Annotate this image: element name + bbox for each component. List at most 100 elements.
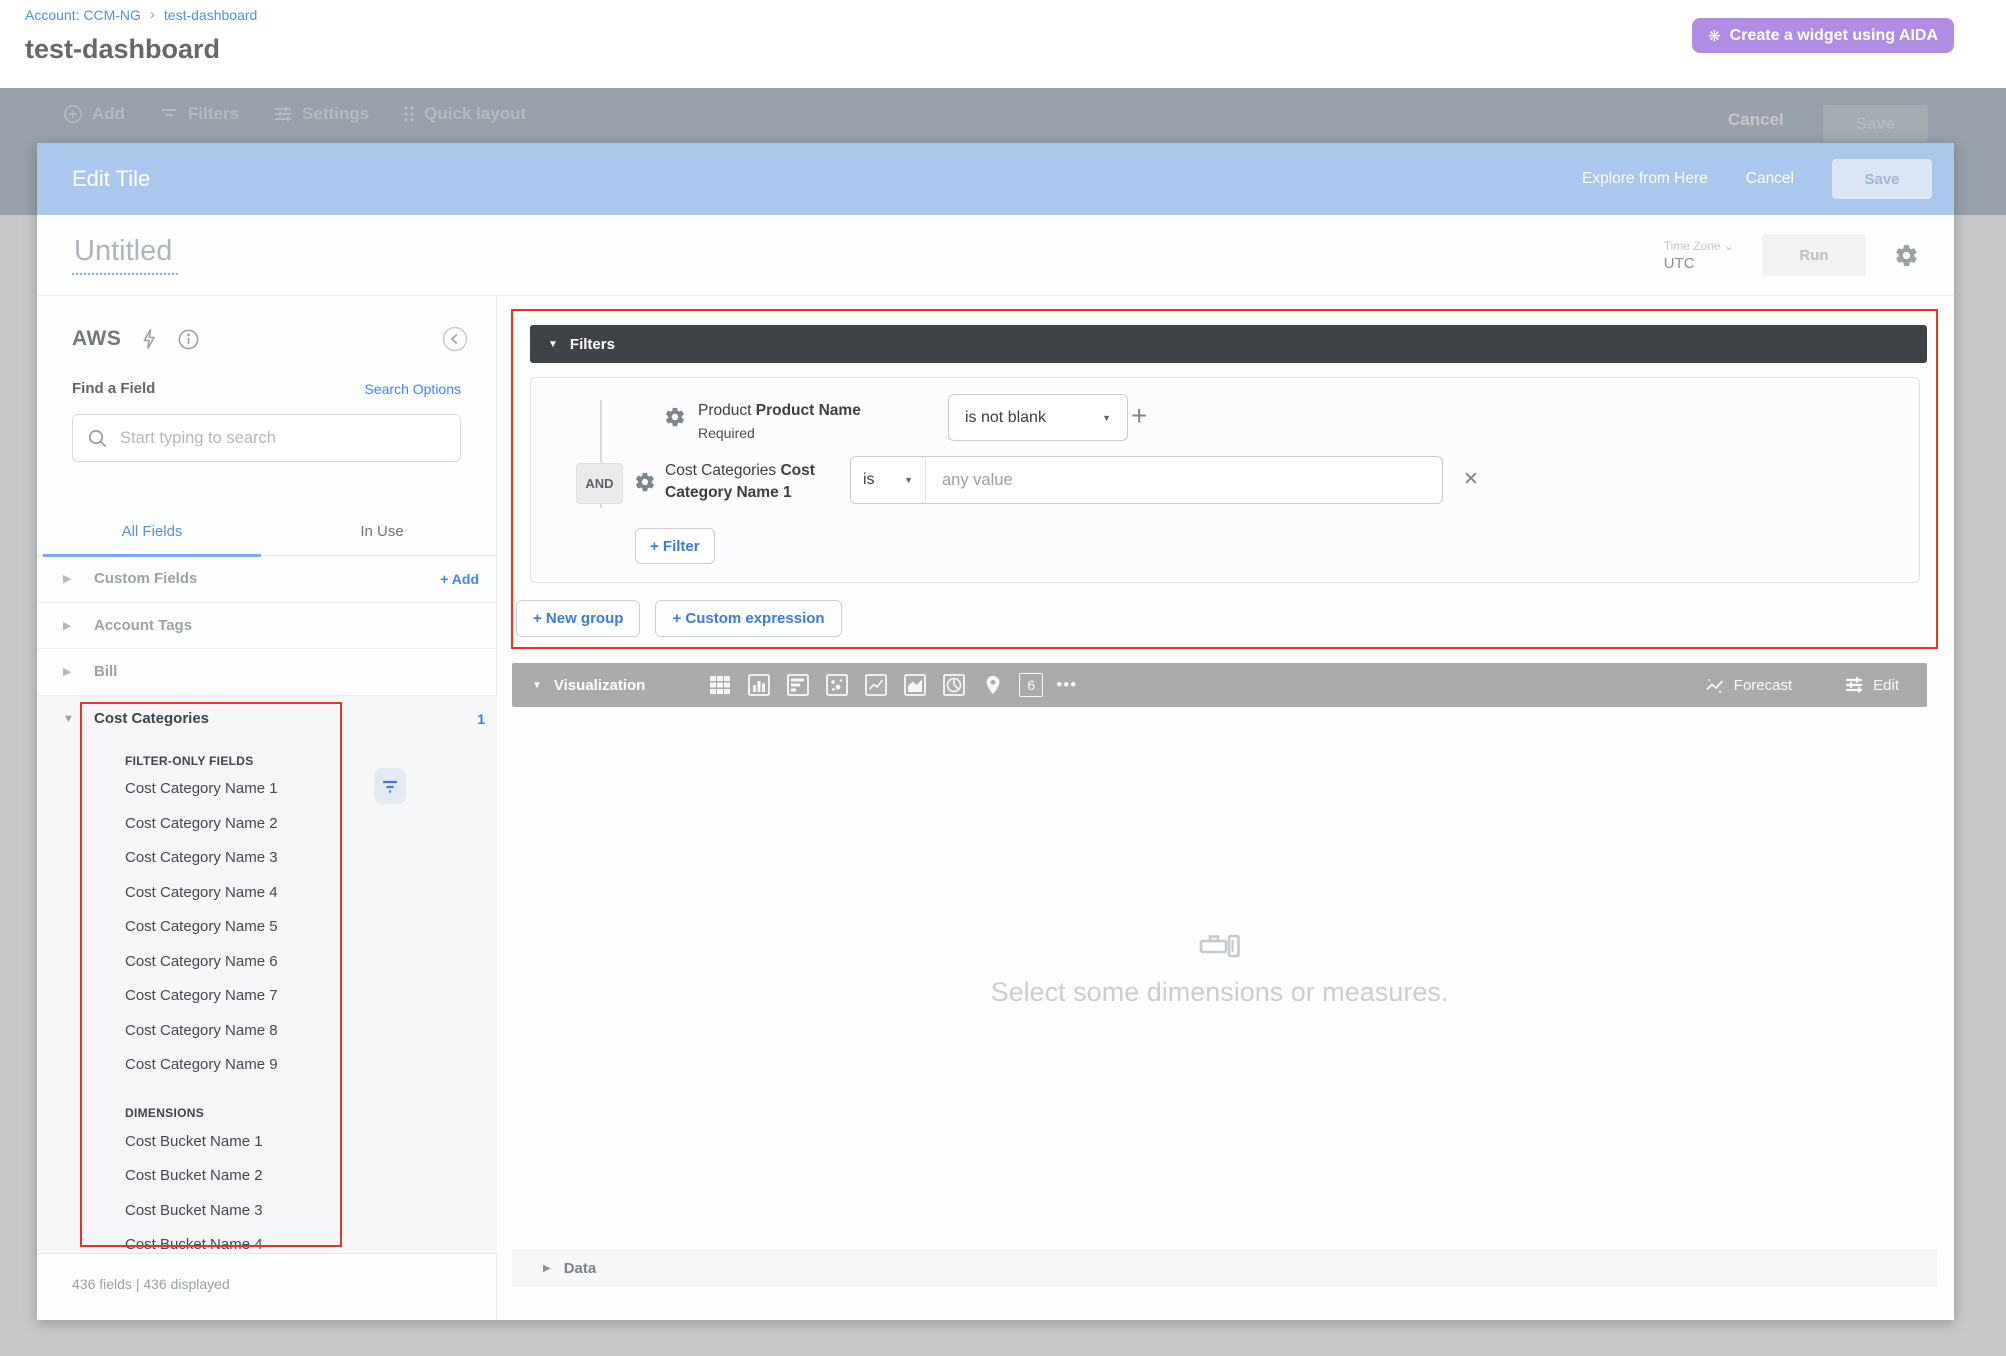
field-item[interactable]: Cost Category Name 2: [125, 806, 497, 841]
collapse-sidebar-icon[interactable]: [442, 326, 468, 352]
modal-cancel-button[interactable]: Cancel: [1746, 170, 1794, 188]
tile-name-input[interactable]: Untitled: [72, 235, 178, 275]
viz-more-icon[interactable]: •••: [1056, 675, 1077, 695]
chevron-down-icon: ▼: [63, 713, 94, 725]
edit-tile-modal: Edit Tile Explore from Here Cancel Save …: [37, 143, 1954, 1320]
in-use-count-badge: 1: [477, 711, 485, 727]
modal-save-button[interactable]: Save: [1832, 159, 1932, 199]
filter-only-fields-heading: FILTER-ONLY FIELDS: [125, 750, 497, 772]
section-custom-fields[interactable]: ▶ Custom Fields + Add: [37, 556, 497, 603]
operator-dropdown[interactable]: is not blank ▼: [948, 394, 1128, 441]
explore-name: AWS: [72, 327, 121, 351]
breadcrumb-account-link[interactable]: Account: CCM-NG: [25, 7, 141, 23]
add-condition-icon[interactable]: +: [1131, 400, 1147, 432]
create-widget-aida-button[interactable]: ❋ Create a widget using AIDA: [1692, 18, 1954, 53]
breadcrumb: Account: CCM-NG › test-dashboard: [25, 6, 257, 23]
viz-scatter-icon[interactable]: [824, 672, 850, 698]
visualization-section-header[interactable]: ▼ Visualization 6 ••• Forecast: [512, 663, 1927, 707]
viz-line-chart-icon[interactable]: [863, 672, 889, 698]
info-icon[interactable]: [177, 328, 200, 351]
sidebar-footer: 436 fields | 436 displayed: [37, 1253, 497, 1320]
field-picker-sidebar: AWS Find a Field Search Options All Fiel…: [37, 296, 497, 1320]
section-account-tags[interactable]: ▶ Account Tags: [37, 603, 497, 650]
forecast-icon: [1704, 677, 1725, 694]
filter-required-note: Required: [698, 422, 938, 444]
field-item[interactable]: Cost Bucket Name 1: [125, 1124, 497, 1159]
viz-column-chart-icon[interactable]: [746, 672, 772, 698]
tab-in-use[interactable]: In Use: [267, 508, 497, 555]
field-item[interactable]: Cost Bucket Name 2: [125, 1159, 497, 1194]
search-options-link[interactable]: Search Options: [365, 381, 462, 397]
gear-icon[interactable]: [634, 471, 656, 493]
field-item[interactable]: Cost Bucket Name 3: [125, 1193, 497, 1228]
add-filter-button[interactable]: + Filter: [635, 528, 715, 564]
field-item[interactable]: Cost Category Name 5: [125, 910, 497, 945]
breadcrumb-separator-icon: ›: [150, 6, 155, 23]
gear-icon[interactable]: [664, 406, 686, 428]
timezone-selector[interactable]: Time Zone ⌄ UTC: [1664, 239, 1734, 272]
tile-title-row: Untitled Time Zone ⌄ UTC Run: [37, 215, 1954, 296]
field-sections: ▶ Custom Fields + Add ▶ Account Tags ▶ B…: [37, 556, 497, 1253]
gear-icon[interactable]: [1894, 243, 1919, 268]
fields-count: 436 fields | 436 displayed: [72, 1276, 230, 1292]
forecast-button[interactable]: Forecast: [1704, 677, 1792, 694]
field-item[interactable]: Cost Category Name 3: [125, 841, 497, 876]
filter-field-label: Product Product Name Required: [698, 400, 938, 444]
filter-by-field-button[interactable]: [374, 768, 406, 804]
operator-dropdown[interactable]: is ▼: [850, 456, 926, 504]
filter-icon: [159, 106, 179, 122]
field-item[interactable]: Cost Category Name 1: [125, 772, 497, 807]
timezone-label: Time Zone ⌄: [1664, 239, 1734, 253]
edit-viz-button[interactable]: Edit: [1844, 676, 1899, 694]
aida-sparkle-icon: ❋: [1708, 27, 1721, 45]
dimensions-heading: DIMENSIONS: [125, 1102, 497, 1124]
field-search-box: [72, 414, 461, 462]
viz-single-value-icon[interactable]: 6: [1019, 673, 1043, 697]
sliders-icon: [273, 105, 293, 123]
modal-title: Edit Tile: [72, 166, 150, 192]
explore-from-here-link[interactable]: Explore from Here: [1582, 170, 1708, 188]
toolbar-filters: Filters: [159, 104, 239, 124]
screen: Account: CCM-NG › test-dashboard test-da…: [0, 0, 2006, 1356]
filter-icon: [381, 779, 399, 793]
empty-message: Select some dimensions or measures.: [512, 977, 1927, 1008]
filter-field-label: Cost Categories Cost Category Name 1: [665, 460, 871, 504]
run-button[interactable]: Run: [1762, 234, 1866, 276]
chevron-right-icon: ▶: [543, 1263, 551, 1274]
page-title: test-dashboard: [25, 34, 220, 65]
data-section-header[interactable]: ▶ Data: [512, 1250, 1937, 1286]
viz-empty-state: Select some dimensions or measures.: [512, 931, 1927, 1008]
flashlight-icon: [1198, 931, 1242, 961]
field-item[interactable]: Cost Category Name 7: [125, 979, 497, 1014]
viz-bar-chart-icon[interactable]: [785, 672, 811, 698]
viz-pie-chart-icon[interactable]: [941, 672, 967, 698]
breadcrumb-dashboard-link[interactable]: test-dashboard: [164, 7, 257, 23]
custom-expression-button[interactable]: + Custom expression: [655, 600, 841, 637]
cost-categories-header[interactable]: ▼ Cost Categories 1: [37, 696, 497, 742]
viz-map-icon[interactable]: [980, 672, 1006, 698]
remove-filter-icon[interactable]: ✕: [1463, 468, 1479, 491]
filter-group: Product Product Name Required is not bla…: [530, 377, 1920, 583]
new-group-button[interactable]: + New group: [516, 600, 640, 637]
dashboard-toolbar: Add Filters Settings Quick layout: [63, 104, 548, 124]
field-search-input[interactable]: [120, 429, 446, 448]
field-item[interactable]: Cost Category Name 8: [125, 1013, 497, 1048]
toolbar-settings: Settings: [273, 104, 369, 124]
section-cost-categories: ▼ Cost Categories 1 FILTER-ONLY FIELDS C…: [37, 696, 497, 1254]
lightning-icon[interactable]: [141, 328, 157, 350]
viz-area-chart-icon[interactable]: [902, 672, 928, 698]
logic-operator-badge[interactable]: AND: [576, 463, 623, 504]
dropdown-caret-icon: ▼: [904, 475, 913, 485]
field-item[interactable]: Cost Category Name 4: [125, 875, 497, 910]
viz-table-icon[interactable]: [707, 672, 733, 698]
section-bill[interactable]: ▶ Bill: [37, 649, 497, 696]
field-item[interactable]: Cost Category Name 6: [125, 944, 497, 979]
modal-header: Edit Tile Explore from Here Cancel Save: [37, 143, 1954, 215]
toolbar-quick-layout: Quick layout: [403, 104, 526, 124]
filters-section-header[interactable]: ▼ Filters: [530, 325, 1927, 363]
filter-value-input[interactable]: [925, 456, 1443, 504]
field-item[interactable]: Cost Category Name 9: [125, 1048, 497, 1083]
field-item[interactable]: Cost Bucket Name 4: [125, 1228, 497, 1254]
add-custom-field-button[interactable]: + Add: [440, 571, 479, 587]
tab-all-fields[interactable]: All Fields: [37, 508, 267, 555]
